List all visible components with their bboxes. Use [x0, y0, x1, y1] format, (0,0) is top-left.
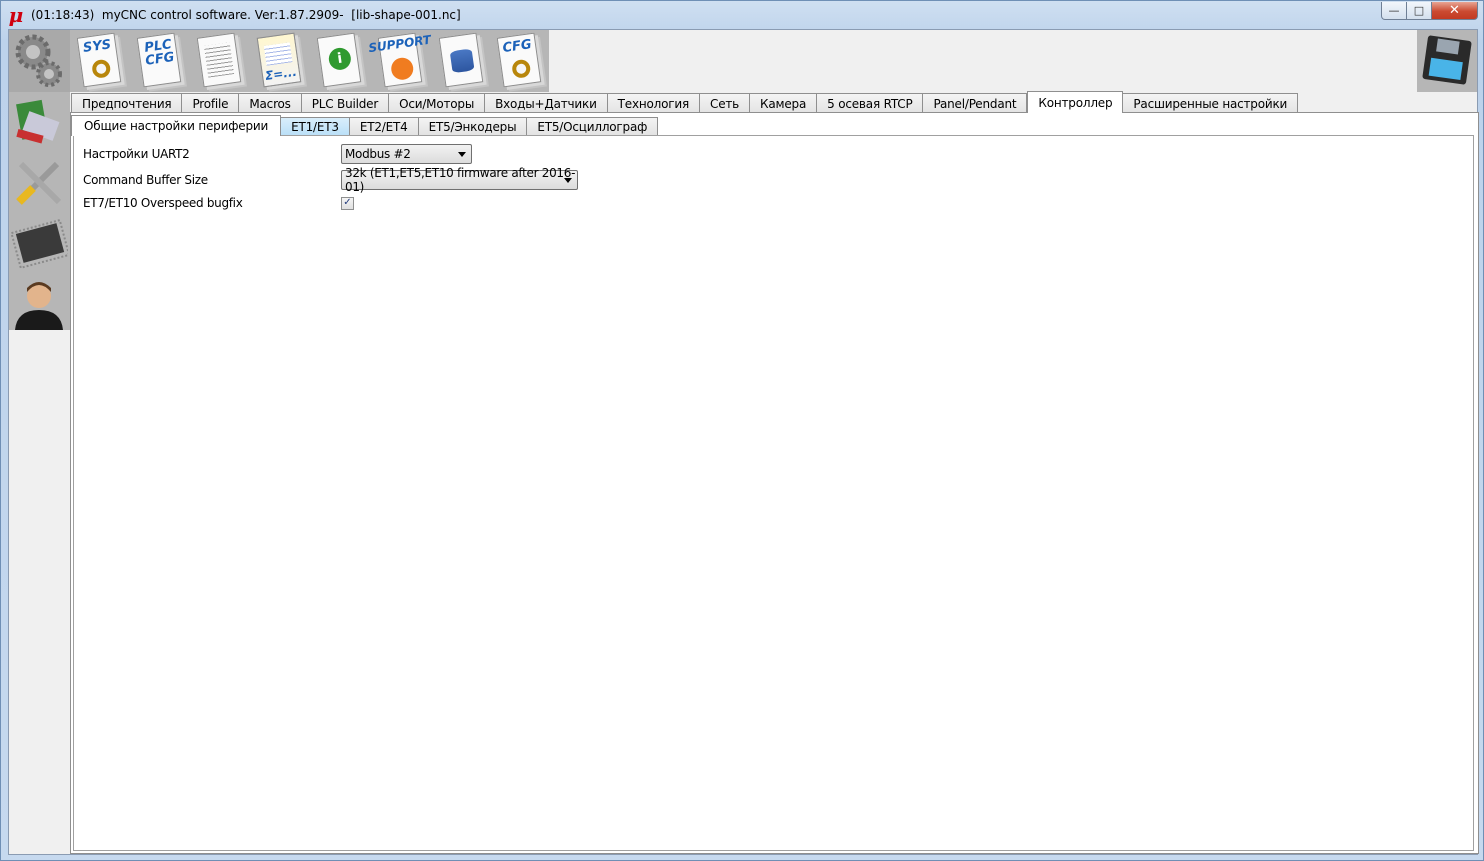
client-area: SYS PLC CFG Σ=... i SUPPORT CFG Предпочт… [8, 29, 1479, 855]
chevron-down-icon [564, 178, 572, 183]
info-icon: i [316, 32, 362, 88]
database-button[interactable] [433, 32, 489, 90]
uart2-row: Настройки UART2 Modbus #2 [83, 144, 472, 164]
cfg-button[interactable]: CFG [491, 32, 547, 90]
database-icon [438, 32, 484, 88]
plc-cfg-button[interactable]: PLC CFG [131, 32, 187, 90]
chip-icon[interactable] [10, 216, 71, 272]
overspeed-row: ET7/ET10 Overspeed bugfix ✓ [83, 193, 354, 213]
tab-et5-encoders[interactable]: ET5/Энкодеры [418, 117, 528, 136]
window-controls: — □ ✕ [1381, 2, 1478, 20]
title-bar[interactable]: μ (01:18:43) myCNC control software. Ver… [1, 1, 1483, 29]
buffer-label: Command Buffer Size [83, 173, 208, 187]
tab-controller[interactable]: Контроллер [1027, 91, 1124, 113]
save-button[interactable] [1417, 30, 1477, 92]
tab-network[interactable]: Сеть [700, 93, 751, 113]
settings-form: Настройки UART2 Modbus #2 Command Buffer… [73, 135, 1474, 851]
uart2-select[interactable]: Modbus #2 [341, 144, 472, 164]
tab-axes-motors[interactable]: Оси/Моторы [389, 93, 486, 113]
chevron-down-icon [458, 152, 466, 157]
info-button[interactable]: i [311, 32, 367, 90]
app-window: μ (01:18:43) myCNC control software. Ver… [0, 0, 1484, 861]
tab-technology[interactable]: Технология [607, 93, 701, 113]
formula-document-icon: Σ=... [256, 32, 302, 88]
tab-et1-et3[interactable]: ET1/ET3 [281, 117, 350, 136]
sys-gear-icon: SYS [76, 32, 122, 88]
plc-cfg-icon: PLC CFG [136, 32, 182, 88]
main-tab-bar: Предпочтения Profile Macros PLC Builder … [71, 91, 1299, 113]
overspeed-checkbox[interactable]: ✓ [341, 196, 354, 210]
tab-general-peripheral-settings[interactable]: Общие настройки периферии [71, 115, 282, 136]
uart2-value: Modbus #2 [345, 147, 411, 161]
tab-panel-pendant[interactable]: Panel/Pendant [923, 93, 1028, 113]
table-document-icon [196, 32, 242, 88]
tab-profile[interactable]: Profile [182, 93, 240, 113]
table-button[interactable] [191, 32, 247, 90]
cfg-gear-icon: CFG [496, 32, 542, 88]
sidebar [9, 92, 71, 330]
floppy-save-icon [1422, 35, 1472, 85]
tab-5axis-rtcp[interactable]: 5 осевая RTCP [817, 93, 924, 113]
tab-et2-et4[interactable]: ET2/ET4 [349, 117, 419, 136]
buffer-size-select[interactable]: 32k (ET1,ET5,ET10 firmware after 2016-01… [341, 166, 578, 194]
uart2-label: Настройки UART2 [83, 147, 190, 161]
sys-button[interactable]: SYS [71, 32, 127, 90]
gears-icon[interactable] [9, 30, 70, 92]
tools-icon[interactable] [11, 154, 68, 210]
tab-macros[interactable]: Macros [239, 93, 302, 113]
toolbar: SYS PLC CFG Σ=... i SUPPORT CFG [9, 30, 549, 92]
buffer-size-value: 32k (ET1,ET5,ET10 firmware after 2016-01… [345, 166, 576, 194]
app-logo-icon: μ [8, 3, 24, 27]
minimize-button[interactable]: — [1381, 2, 1407, 20]
window-title: (01:18:43) myCNC control software. Ver:1… [31, 8, 461, 22]
tab-advanced-settings[interactable]: Расширенные настройки [1123, 93, 1299, 113]
formula-button[interactable]: Σ=... [251, 32, 307, 90]
tab-et5-oscilloscope[interactable]: ET5/Осциллограф [527, 117, 659, 136]
user-icon[interactable] [11, 274, 68, 330]
sub-tab-bar: Общие настройки периферии ET1/ET3 ET2/ET… [71, 115, 659, 136]
tab-preferences[interactable]: Предпочтения [71, 93, 183, 113]
controller-panel: Общие настройки периферии ET1/ET3 ET2/ET… [70, 112, 1479, 854]
tab-plc-builder[interactable]: PLC Builder [301, 93, 390, 113]
buffer-row: Command Buffer Size 32k (ET1,ET5,ET10 fi… [83, 166, 578, 194]
book-icon[interactable] [11, 94, 68, 150]
support-button[interactable]: SUPPORT [367, 32, 432, 90]
tab-camera[interactable]: Камера [750, 93, 818, 113]
overspeed-label: ET7/ET10 Overspeed bugfix [83, 196, 243, 210]
support-phone-icon: SUPPORT [368, 33, 432, 88]
maximize-button[interactable]: □ [1407, 2, 1432, 20]
close-button[interactable]: ✕ [1432, 2, 1478, 20]
tab-inputs-sensors[interactable]: Входы+Датчики [485, 93, 608, 113]
